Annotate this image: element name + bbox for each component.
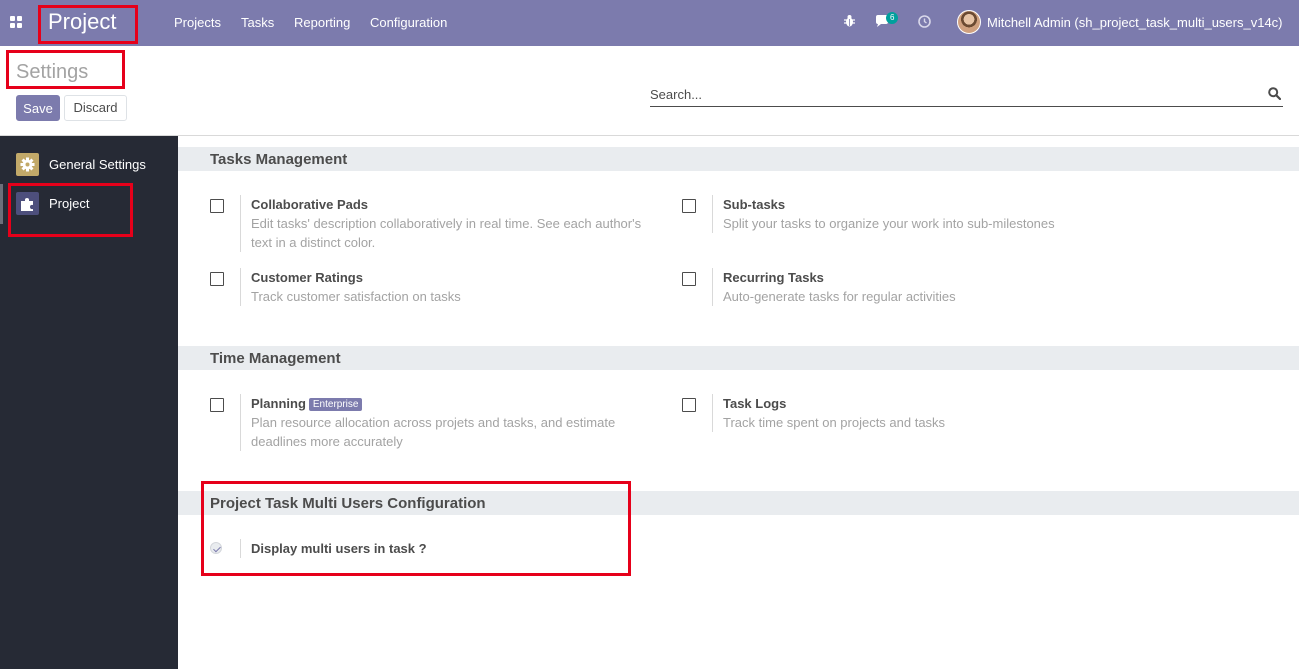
divider — [712, 195, 713, 233]
settings-sidebar: General Settings Project — [0, 136, 178, 669]
menu-projects[interactable]: Projects — [174, 15, 221, 30]
section-title: Tasks Management — [210, 151, 348, 168]
section-header-multi-users: Project Task Multi Users Configuration — [178, 491, 1299, 515]
checkbox[interactable] — [210, 398, 224, 412]
app-brand[interactable]: Project — [48, 9, 116, 35]
setting-title: Collaborative Pads — [251, 197, 369, 212]
bug-icon[interactable] — [843, 14, 856, 28]
search-box — [650, 83, 1283, 107]
clock-icon[interactable] — [918, 15, 931, 28]
checkbox[interactable] — [210, 272, 224, 286]
divider — [712, 268, 713, 306]
checkbox[interactable] — [682, 199, 696, 213]
setting-sub-tasks: Sub-tasks Split your tasks to organize y… — [682, 195, 1122, 233]
setting-title: Planning Enterprise — [251, 394, 363, 413]
discard-button[interactable]: Discard — [64, 95, 127, 121]
setting-description: Plan resource allocation across projets … — [251, 415, 616, 449]
user-menu[interactable]: Mitchell Admin (sh_project_task_multi_us… — [987, 15, 1283, 30]
checkbox[interactable] — [682, 398, 696, 412]
setting-recurring-tasks: Recurring Tasks Auto-generate tasks for … — [682, 268, 1122, 306]
setting-planning: Planning Enterprise Plan resource allocat… — [210, 394, 650, 451]
message-count-badge: 6 — [886, 12, 899, 24]
search-input[interactable] — [650, 83, 1260, 105]
sidebar-item-project[interactable]: Project — [0, 184, 178, 224]
enterprise-badge[interactable]: Enterprise — [308, 398, 363, 411]
checkbox-checked[interactable] — [210, 542, 222, 554]
menu-reporting[interactable]: Reporting — [294, 15, 350, 30]
setting-title: Task Logs — [723, 396, 787, 411]
setting-title-text: Planning — [251, 396, 306, 411]
sidebar-item-label: General Settings — [49, 157, 146, 172]
setting-title: Recurring Tasks — [723, 270, 824, 285]
top-navbar: Project Projects Tasks Reporting Configu… — [0, 0, 1299, 46]
setting-description: Track customer satisfaction on tasks — [251, 289, 461, 304]
section-header-time-management: Time Management — [178, 346, 1299, 370]
section-title: Time Management — [210, 350, 341, 367]
puzzle-icon — [16, 192, 39, 215]
setting-title: Customer Ratings — [251, 270, 363, 285]
sidebar-item-label: Project — [49, 196, 90, 211]
menu-configuration[interactable]: Configuration — [370, 15, 447, 30]
divider — [240, 195, 241, 252]
setting-collaborative-pads: Collaborative Pads Edit tasks' descripti… — [210, 195, 650, 252]
divider — [712, 394, 713, 432]
gear-icon — [16, 153, 39, 176]
setting-description: Auto-generate tasks for regular activiti… — [723, 289, 956, 304]
divider — [240, 539, 241, 558]
page-title: Settings — [16, 61, 89, 83]
section-header-tasks-management: Tasks Management — [178, 147, 1299, 171]
setting-task-logs: Task Logs Track time spent on projects a… — [682, 394, 1122, 432]
setting-display-multi-users: Display multi users in task ? — [210, 539, 650, 558]
setting-description: Split your tasks to organize your work i… — [723, 216, 1055, 231]
menu-tasks[interactable]: Tasks — [241, 15, 274, 30]
divider — [240, 268, 241, 306]
save-button[interactable]: Save — [16, 95, 60, 121]
setting-title: Sub-tasks — [723, 197, 786, 212]
apps-grid-icon[interactable] — [10, 16, 22, 28]
setting-customer-ratings: Customer Ratings Track customer satisfac… — [210, 268, 650, 306]
user-avatar[interactable] — [957, 10, 981, 34]
sidebar-item-general-settings[interactable]: General Settings — [0, 145, 178, 185]
checkbox[interactable] — [682, 272, 696, 286]
setting-description: Edit tasks' description collaboratively … — [251, 216, 642, 250]
section-title: Project Task Multi Users Configuration — [210, 495, 486, 512]
divider — [240, 394, 241, 451]
setting-title: Display multi users in task ? — [251, 541, 427, 556]
checkbox[interactable] — [210, 199, 224, 213]
control-panel: Settings Save Discard — [0, 46, 1299, 136]
search-icon[interactable] — [1268, 87, 1281, 100]
setting-description: Track time spent on projects and tasks — [723, 415, 946, 430]
